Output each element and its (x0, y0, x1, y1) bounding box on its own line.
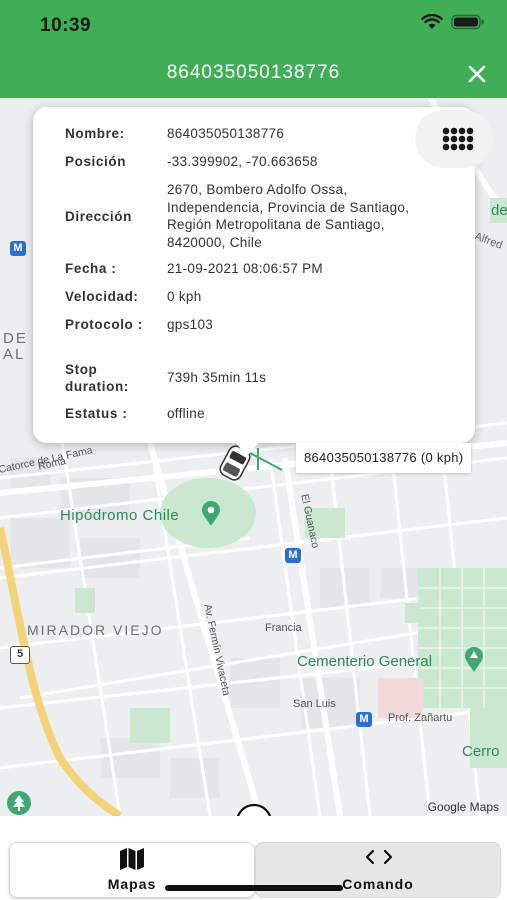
header-bar: 864035050138776 (0, 50, 507, 98)
metro-icon: M (285, 548, 301, 563)
info-value: 0 kph (167, 289, 202, 304)
status-bar: 10:39 (0, 0, 507, 50)
info-row-fecha: Fecha : 21-09-2021 08:06:57 PM (65, 260, 455, 278)
info-key: Protocolo : (65, 317, 143, 333)
home-indicator (165, 885, 343, 891)
metro-icon: M (356, 712, 372, 727)
code-icon (365, 849, 393, 865)
map-icon (120, 848, 144, 870)
battery-icon (451, 14, 484, 30)
info-key: Dirección (65, 208, 132, 224)
grid-dots-icon (442, 127, 474, 151)
cemetery-pin-icon (465, 647, 483, 672)
status-icons (421, 14, 485, 30)
wifi-icon (421, 14, 443, 29)
info-key: Velocidad: (65, 289, 139, 305)
info-row-velocidad: Velocidad: 0 kph (65, 288, 455, 306)
info-row-posicion: Posición -33.399902, -70.663658 (65, 153, 455, 171)
label-mirador-viejo: MIRADOR VIEJO (27, 622, 164, 638)
tree-icon (7, 791, 31, 815)
park-pin-icon (202, 501, 220, 526)
vehicle-label: 864035050138776 (0 kph) (296, 443, 472, 473)
info-key: Nombre: (65, 126, 125, 142)
info-key: Fecha : (65, 261, 117, 277)
label-san-luis: San Luis (293, 698, 336, 710)
status-time: 10:39 (40, 15, 92, 36)
info-value: offline (167, 406, 205, 421)
label-cementerio: Cementerio General (297, 653, 433, 670)
info-key: Estatus : (65, 406, 128, 422)
map-attribution[interactable]: Google Maps (428, 800, 499, 814)
device-title: 864035050138776 (166, 62, 341, 83)
info-row-protocolo: Protocolo : gps103 (65, 316, 455, 334)
info-card-pointer (233, 440, 261, 456)
close-button[interactable] (465, 62, 489, 86)
info-value: 739h 35min 11s (167, 370, 267, 386)
device-info-card: Nombre: 864035050138776 Posición -33.399… (33, 107, 475, 443)
highway-shield-icon: 5 (10, 646, 30, 664)
info-key: Posición (65, 154, 127, 170)
info-value: -33.399902, -70.663658 (167, 154, 318, 169)
info-row-stop-duration: Stop duration: 739h 35min 11s (65, 361, 455, 395)
info-row-nombre: Nombre: 864035050138776 (65, 125, 455, 143)
label-prof-zanartu: Prof. Zañartu (388, 712, 453, 724)
label-cerro: Cerro (462, 743, 500, 760)
info-value: gps103 (167, 317, 214, 332)
label-de-left: DE (3, 330, 28, 347)
info-value: 2670, Bombero Adolfo Ossa, Independencia… (167, 182, 410, 250)
label-francia: Francia (265, 622, 302, 634)
info-row-direccion: Dirección 2670, Bombero Adolfo Ossa, Ind… (65, 181, 455, 251)
info-value: 21-09-2021 08:06:57 PM (167, 261, 323, 276)
label-de-right: de (491, 202, 507, 219)
close-icon (468, 65, 486, 83)
label-al-left: AL (3, 346, 26, 363)
info-key: Stop duration: (65, 362, 129, 394)
label-hipodromo: Hipódromo Chile (60, 507, 180, 524)
metro-icon: M (10, 241, 26, 256)
info-value: 864035050138776 (167, 126, 285, 141)
info-row-estatus: Estatus : offline (65, 405, 455, 423)
menu-grid-button[interactable] (415, 110, 493, 168)
